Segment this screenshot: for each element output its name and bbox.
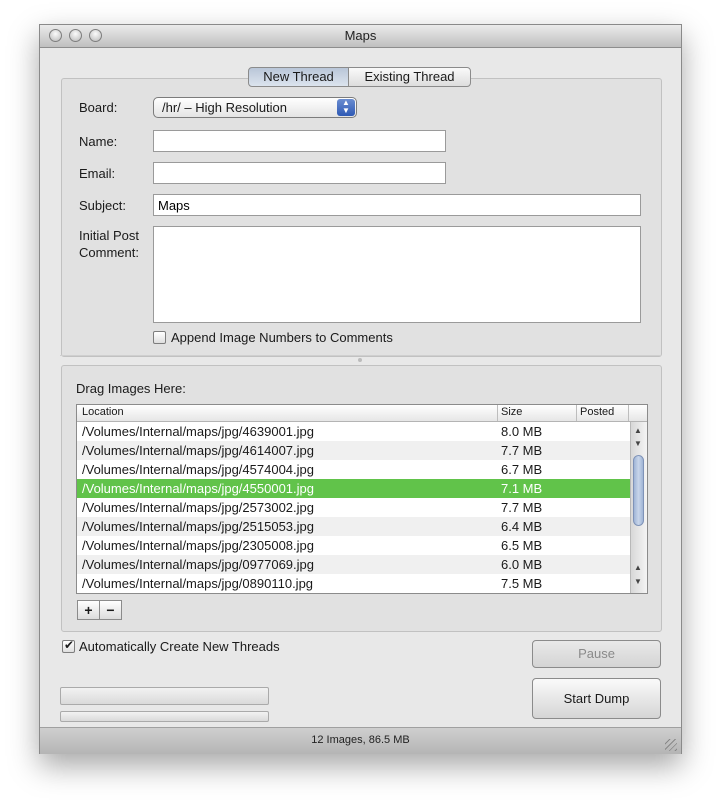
table-row[interactable]: /Volumes/Internal/maps/jpg/2305008.jpg 6.… [77,536,630,555]
table-row[interactable]: /Volumes/Internal/maps/jpg/4574004.jpg 6.… [77,460,630,479]
cell-location: /Volumes/Internal/maps/jpg/4639001.jpg [82,424,314,439]
split-handle-icon[interactable] [358,358,362,362]
title-bar[interactable]: Maps [40,25,681,48]
name-label: Name: [79,134,118,149]
cell-size: 6.7 MB [501,462,543,477]
cell-location: /Volumes/Internal/maps/jpg/2515053.jpg [82,519,314,534]
subject-label: Subject: [79,198,126,213]
email-field[interactable] [153,162,446,184]
scroll-thumb[interactable] [633,455,644,526]
drag-images-label: Drag Images Here: [76,381,186,396]
table-header: Location Size Posted [77,405,647,422]
add-image-button[interactable]: + [77,600,100,620]
cell-size: 7.7 MB [501,500,543,515]
scroll-down-icon[interactable]: ▼ [634,439,642,448]
table-row[interactable]: /Volumes/Internal/maps/jpg/2515053.jpg 6.… [77,517,630,536]
popup-arrows-icon: ▲ ▼ [337,99,355,116]
table-row[interactable]: /Volumes/Internal/maps/jpg/0890110.jpg 7.… [77,574,630,593]
vertical-scrollbar[interactable]: ▲ ▼ ▲ ▼ [630,422,647,593]
auto-create-checkbox[interactable]: ✔ [62,638,75,653]
cell-size: 7.5 MB [501,576,543,591]
remove-image-button[interactable]: − [99,600,122,620]
app-window: Maps New Thread Existing Thread Board: /… [39,24,682,754]
cell-location: /Volumes/Internal/maps/jpg/0890110.jpg [82,576,314,591]
column-separator[interactable] [497,405,498,421]
scroll-down-icon[interactable]: ▼ [634,577,642,586]
scroll-up-icon[interactable]: ▲ [634,426,642,435]
auto-create-label: Automatically Create New Threads [79,639,280,654]
cell-location: /Volumes/Internal/maps/jpg/4574004.jpg [82,462,314,477]
comment-textarea[interactable] [153,226,641,323]
board-label: Board: [79,100,118,115]
cell-location: /Volumes/Internal/maps/jpg/2573002.jpg [82,500,314,515]
cell-size: 6.5 MB [501,538,543,553]
window-title: Maps [344,28,377,43]
split-divider[interactable] [60,355,661,356]
tab-new-thread[interactable]: New Thread [248,67,349,87]
comment-label-line1: Initial Post [79,228,139,243]
cell-size: 6.4 MB [501,519,543,534]
append-image-numbers-checkbox[interactable] [153,331,166,344]
column-separator[interactable] [628,405,629,421]
scroll-up-icon[interactable]: ▲ [634,563,642,572]
column-posted[interactable]: Posted [580,406,614,418]
cell-location: /Volumes/Internal/maps/jpg/4614007.jpg [82,443,314,458]
board-select[interactable]: /hr/ – High Resolution ▲ ▼ [153,97,357,118]
secondary-progress-bar [60,711,269,722]
cell-size: 6.0 MB [501,557,543,572]
cell-size: 7.1 MB [501,481,543,496]
table-row[interactable]: /Volumes/Internal/maps/jpg/4550001.jpg 7.… [77,479,630,498]
name-field[interactable] [153,130,446,152]
comment-label-line2: Comment: [79,245,139,260]
cell-location: /Volumes/Internal/maps/jpg/2305008.jpg [82,538,314,553]
column-size[interactable]: Size [501,406,522,418]
status-text: 12 Images, 86.5 MB [311,734,410,746]
cell-location: /Volumes/Internal/maps/jpg/4550001.jpg [82,481,314,496]
tab-existing-thread[interactable]: Existing Thread [348,67,471,87]
cell-size: 7.7 MB [501,443,543,458]
board-select-value: /hr/ – High Resolution [162,100,288,115]
table-row[interactable]: /Volumes/Internal/maps/jpg/2573002.jpg 7.… [77,498,630,517]
cell-size: 8.0 MB [501,424,543,439]
resize-grip-icon[interactable] [665,739,677,751]
append-image-numbers-label: Append Image Numbers to Comments [171,330,393,345]
column-location[interactable]: Location [82,406,124,418]
status-bar: 12 Images, 86.5 MB [40,727,681,754]
column-separator[interactable] [576,405,577,421]
comment-label: Initial Post Comment: [79,227,139,261]
primary-progress-bar [60,687,269,705]
email-label: Email: [79,166,116,181]
images-table[interactable]: Location Size Posted /Volumes/Internal/m… [76,404,648,594]
table-row[interactable]: /Volumes/Internal/maps/jpg/0977069.jpg 6.… [77,555,630,574]
pause-button[interactable]: Pause [532,640,661,668]
checkmark-icon: ✔ [64,638,75,652]
table-row[interactable]: /Volumes/Internal/maps/jpg/4639001.jpg 8.… [77,422,630,441]
start-dump-button[interactable]: Start Dump [532,678,661,719]
table-row[interactable]: /Volumes/Internal/maps/jpg/4614007.jpg 7.… [77,441,630,460]
cell-location: /Volumes/Internal/maps/jpg/0977069.jpg [82,557,314,572]
subject-field[interactable] [153,194,641,216]
